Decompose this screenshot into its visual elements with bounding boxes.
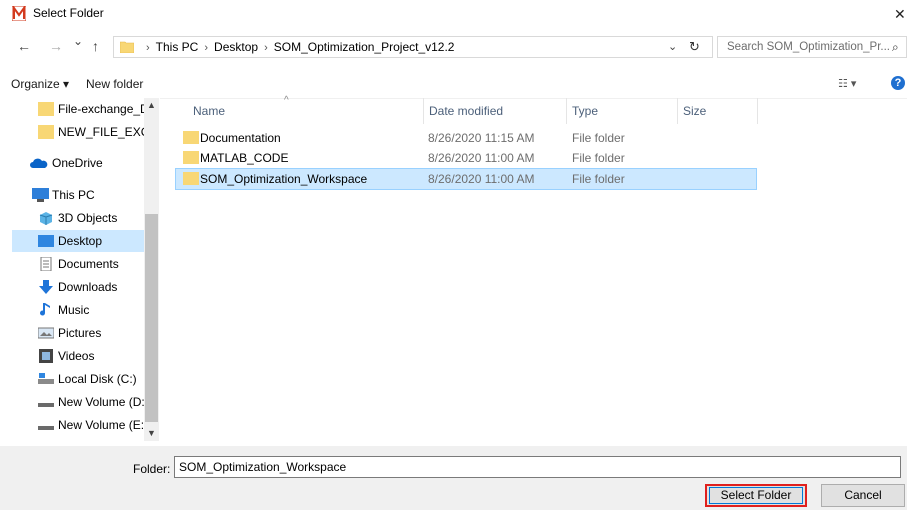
folder-name-input[interactable] xyxy=(179,460,879,474)
file-row-som-workspace[interactable]: SOM_Optimization_Workspace 8/26/2020 11:… xyxy=(175,168,757,190)
search-icon[interactable]: ⌕ xyxy=(892,40,899,55)
chevron-right-icon: › xyxy=(204,42,209,54)
select-folder-button[interactable]: Select Folder xyxy=(705,484,807,507)
sidebar-item-videos[interactable]: Videos xyxy=(24,345,144,367)
document-icon xyxy=(40,257,52,271)
sidebar-item-downloads[interactable]: Downloads xyxy=(24,276,144,298)
window-title: Select Folder xyxy=(33,6,104,20)
drive-icon xyxy=(38,426,54,430)
sort-up-icon: ^ xyxy=(284,95,289,106)
new-folder-button[interactable]: New folder xyxy=(86,77,143,91)
chevron-right-icon: › xyxy=(264,42,268,54)
help-icon[interactable]: ? xyxy=(891,76,905,90)
sidebar-item-onedrive[interactable]: OneDrive xyxy=(12,152,144,174)
column-divider[interactable] xyxy=(677,98,678,124)
desktop-icon xyxy=(38,235,54,247)
computer-icon xyxy=(32,188,49,202)
cube-icon xyxy=(39,212,53,225)
folder-name-field[interactable] xyxy=(174,456,901,478)
breadcrumb-project[interactable]: SOM_Optimization_Project_v12.2 xyxy=(274,40,455,54)
scroll-down-icon[interactable]: ▼ xyxy=(147,428,156,438)
file-row-matlab-code[interactable]: MATLAB_CODE 8/26/2020 11:00 AM File fold… xyxy=(176,148,756,168)
folder-label: Folder: xyxy=(133,462,171,476)
matlab-app-icon xyxy=(12,6,26,21)
pictures-icon xyxy=(38,327,54,339)
folder-icon xyxy=(183,172,199,185)
view-options-button[interactable]: ☷ ▾ xyxy=(838,77,856,90)
scrollbar-thumb[interactable] xyxy=(145,214,158,422)
drive-icon xyxy=(38,403,54,407)
title-bar xyxy=(0,0,907,30)
sidebar-item-documents[interactable]: Documents xyxy=(24,253,144,275)
folder-icon xyxy=(38,125,54,139)
column-header-type[interactable]: Type xyxy=(572,104,598,118)
breadcrumb-this-pc[interactable]: This PC xyxy=(156,40,199,54)
folder-icon xyxy=(183,131,199,144)
up-icon[interactable]: ↑ xyxy=(92,38,99,54)
sidebar-item-new-volume-e[interactable]: New Volume (E:) xyxy=(24,414,148,436)
download-icon xyxy=(39,280,53,294)
sidebar-item-pictures[interactable]: Pictures xyxy=(24,322,144,344)
close-icon[interactable]: ✕ xyxy=(894,6,906,23)
select-folder-label: Select Folder xyxy=(720,488,792,502)
breadcrumb: › This PC › Desktop › SOM_Optimization_Projec… xyxy=(140,40,454,54)
video-icon xyxy=(39,349,53,363)
folder-icon xyxy=(120,41,134,53)
sidebar-item-this-pc[interactable]: This PC xyxy=(12,184,144,206)
drive-icon xyxy=(38,373,54,384)
chevron-right-icon: › xyxy=(146,42,150,54)
cancel-button[interactable]: Cancel xyxy=(821,484,905,507)
music-icon xyxy=(40,303,50,316)
search-placeholder: Search SOM_Optimization_Pr... xyxy=(727,41,890,53)
sidebar-item-new-file-exch[interactable]: NEW_FILE_EXCH xyxy=(24,121,158,143)
cloud-icon xyxy=(30,158,48,168)
sidebar-item-desktop[interactable]: Desktop xyxy=(12,230,144,252)
column-header-name[interactable]: Name xyxy=(193,104,225,118)
folder-icon xyxy=(38,102,54,116)
sidebar-item-music[interactable]: Music xyxy=(24,299,144,321)
file-row-documentation[interactable]: Documentation 8/26/2020 11:15 AM File fo… xyxy=(176,128,756,148)
navigation-pane: File-exchange_D NEW_FILE_EXCH OneDrive T… xyxy=(0,98,160,441)
scroll-up-icon[interactable]: ▲ xyxy=(147,100,156,110)
refresh-icon[interactable]: ↻ xyxy=(689,39,700,55)
recent-locations-icon[interactable]: ⌄ xyxy=(73,34,83,48)
back-icon[interactable]: ← xyxy=(17,38,31,54)
address-bar[interactable]: › This PC › Desktop › SOM_Optimization_Projec… xyxy=(113,36,713,58)
search-box[interactable]: Search SOM_Optimization_Pr... ⌕ xyxy=(717,36,907,58)
column-header-date[interactable]: Date modified xyxy=(429,104,503,118)
address-dropdown-icon[interactable]: ⌄ xyxy=(668,40,677,53)
column-header-size[interactable]: Size xyxy=(683,104,706,118)
column-divider[interactable] xyxy=(757,98,758,124)
organize-button[interactable]: Organize ▾ xyxy=(11,77,69,91)
breadcrumb-desktop[interactable]: Desktop xyxy=(214,40,258,54)
column-divider[interactable] xyxy=(423,98,424,124)
folder-icon xyxy=(183,151,199,164)
sidebar-item-new-volume-d[interactable]: New Volume (D: xyxy=(24,391,145,413)
sidebar-item-3d-objects[interactable]: 3D Objects xyxy=(24,207,144,229)
forward-icon[interactable]: → xyxy=(49,38,63,54)
column-divider[interactable] xyxy=(566,98,567,124)
sidebar-item-file-exchange[interactable]: File-exchange_D xyxy=(24,98,149,120)
sidebar-item-local-disk-c[interactable]: Local Disk (C:) xyxy=(24,368,144,390)
